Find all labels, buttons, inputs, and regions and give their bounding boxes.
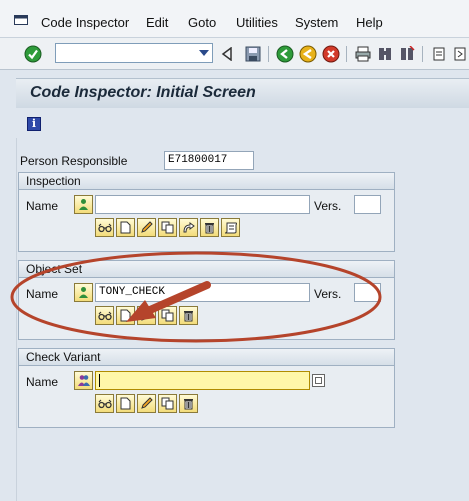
check-variant-person-icon[interactable] — [74, 371, 93, 390]
text-cursor — [99, 374, 100, 387]
inspection-copy-icon[interactable] — [158, 218, 177, 237]
inspection-name-label: Name — [26, 199, 59, 213]
command-field[interactable] — [55, 43, 213, 63]
print-icon[interactable] — [354, 45, 372, 63]
object-set-name-field[interactable]: TONY_CHECK — [95, 283, 310, 302]
enter-icon[interactable] — [24, 45, 42, 63]
check-variant-f4-help-icon[interactable] — [312, 374, 325, 387]
next-page-icon[interactable] — [451, 45, 469, 63]
menu-utilities[interactable]: Utilities — [236, 15, 278, 30]
inspection-delete-icon[interactable] — [200, 218, 219, 237]
menu-help[interactable]: Help — [356, 15, 383, 30]
inspection-vers-label: Vers. — [314, 199, 342, 213]
screen-title-bar: Code Inspector: Initial Screen — [16, 78, 469, 108]
check-variant-edit-icon[interactable] — [137, 394, 156, 413]
inspection-person-icon[interactable] — [74, 195, 93, 214]
command-dropdown-icon[interactable] — [199, 50, 209, 56]
object-set-group-title: Object Set — [19, 261, 394, 278]
exit-icon[interactable] — [299, 45, 317, 63]
inspection-group-title: Inspection — [19, 173, 394, 190]
system-menu-icon[interactable] — [14, 15, 28, 25]
check-variant-name-label: Name — [26, 375, 59, 389]
main-content: Person Responsible E71800017 Inspection … — [16, 138, 469, 501]
object-set-name-label: Name — [26, 287, 59, 301]
menu-system[interactable]: System — [295, 15, 338, 30]
information-icon[interactable]: i — [27, 117, 41, 131]
inspection-edit-icon[interactable] — [137, 218, 156, 237]
menu-code-inspector[interactable]: Code Inspector — [41, 15, 129, 30]
inspection-create-icon[interactable] — [116, 218, 135, 237]
object-set-delete-icon[interactable] — [179, 306, 198, 325]
inspection-rename-icon[interactable] — [179, 218, 198, 237]
application-toolbar: i — [16, 108, 469, 138]
person-responsible-label: Person Responsible — [20, 154, 128, 168]
menu-edit[interactable]: Edit — [146, 15, 168, 30]
first-page-icon[interactable] — [430, 45, 448, 63]
save-icon[interactable] — [244, 45, 262, 63]
sap-window: Code Inspector Edit Goto Utilities Syste… — [0, 0, 469, 501]
check-variant-copy-icon[interactable] — [158, 394, 177, 413]
standard-toolbar — [0, 38, 469, 70]
person-responsible-field[interactable]: E71800017 — [164, 151, 254, 170]
object-set-edit-icon[interactable] — [137, 306, 156, 325]
check-variant-create-icon[interactable] — [116, 394, 135, 413]
check-variant-delete-icon[interactable] — [179, 394, 198, 413]
check-variant-group-title: Check Variant — [19, 349, 394, 366]
back-icon[interactable] — [276, 45, 294, 63]
inspection-display-icon[interactable] — [95, 218, 114, 237]
check-variant-name-field[interactable] — [95, 371, 310, 390]
page-title: Code Inspector: Initial Screen — [30, 84, 256, 101]
object-set-vers-field[interactable] — [354, 283, 381, 302]
inspection-vers-field[interactable] — [354, 195, 381, 214]
object-set-display-icon[interactable] — [95, 306, 114, 325]
menu-goto[interactable]: Goto — [188, 15, 216, 30]
find-next-icon[interactable] — [398, 45, 416, 63]
inspection-name-field[interactable] — [95, 195, 310, 214]
object-set-copy-icon[interactable] — [158, 306, 177, 325]
object-set-person-icon[interactable] — [74, 283, 93, 302]
cancel-icon[interactable] — [322, 45, 340, 63]
object-set-vers-label: Vers. — [314, 287, 342, 301]
find-icon[interactable] — [376, 45, 394, 63]
menu-bar: Code Inspector Edit Goto Utilities Syste… — [0, 0, 469, 38]
check-variant-display-icon[interactable] — [95, 394, 114, 413]
object-set-create-icon[interactable] — [116, 306, 135, 325]
inspection-comment-icon[interactable] — [221, 218, 240, 237]
back-arrow-icon[interactable] — [218, 45, 236, 63]
